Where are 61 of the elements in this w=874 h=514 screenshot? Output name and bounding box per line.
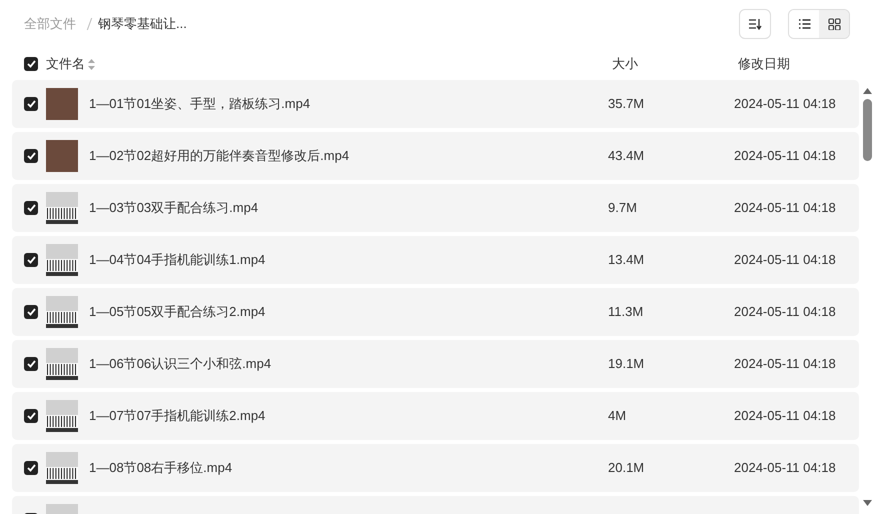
modified-date: 2024-05-11 04:18: [734, 407, 836, 426]
column-header[interactable]: 大小: [612, 54, 638, 74]
file-size: 35.7M: [608, 95, 644, 114]
file-row[interactable]: 1—03节03双手配合练习.mp4 9.7M 2024-05-11 04:18: [12, 184, 859, 232]
file-name[interactable]: 1—01节01坐姿、手型，踏板练习.mp4: [89, 94, 310, 114]
keyboard-thumbnail-drawing: [46, 296, 78, 328]
keyboard-thumbnail-drawing: [46, 348, 78, 380]
column-header[interactable]: 文件名: [46, 54, 85, 74]
scroll-up-icon[interactable]: [862, 88, 872, 94]
keyboard-thumbnail-drawing: [46, 244, 78, 276]
file-size: 43.4M: [608, 147, 644, 166]
file-row[interactable]: 1—07节07手指机能训练2.mp4 4M 2024-05-11 04:18: [12, 392, 859, 440]
file-row[interactable]: 1—06节06认识三个小和弦.mp4 19.1M 2024-05-11 04:18: [12, 340, 859, 388]
file-size: 20.1M: [608, 459, 644, 478]
file-name[interactable]: 1—06节06认识三个小和弦.mp4: [89, 354, 272, 374]
file-size: 4M: [608, 407, 626, 426]
column-header[interactable]: 修改日期: [738, 54, 790, 74]
file-name[interactable]: 1—04节04手指机能训练1.mp4: [89, 250, 266, 270]
file-row[interactable]: 1—01节01坐姿、手型，踏板练习.mp4 35.7M 2024-05-11 04:18: [12, 80, 859, 128]
file-size: 19.1M: [608, 355, 644, 374]
checkbox[interactable]: [24, 57, 38, 71]
modified-date: 2024-05-11 04:18: [734, 303, 836, 322]
file-row[interactable]: 1—02节02超好用的万能伴奏音型修改后.mp4 43.4M 2024-05-11 04:18: [12, 132, 859, 180]
checkbox[interactable]: [24, 461, 38, 475]
checkbox[interactable]: [24, 409, 38, 423]
file-row[interactable]: 1—04节04手指机能训练1.mp4 13.4M 2024-05-11 04:18: [12, 236, 859, 284]
keyboard-thumbnail-drawing: [46, 452, 78, 484]
list-icon: [798, 18, 810, 30]
modified-date: 2024-05-11 04:18: [734, 147, 836, 166]
file-size: 11.3M: [608, 303, 644, 322]
file-size: 13.4M: [608, 251, 644, 270]
checkbox[interactable]: [24, 253, 38, 267]
modified-date: 2024-05-11 04:18: [734, 199, 836, 218]
file-name[interactable]: 1—07节07手指机能训练2.mp4: [89, 406, 266, 426]
file-name[interactable]: 1—05节05双手配合练习2.mp4: [89, 302, 266, 322]
modified-date: 2024-05-11 04:18: [734, 251, 836, 270]
file-name[interactable]: 1—02节02超好用的万能伴奏音型修改后.mp4: [89, 146, 350, 166]
photo-placeholder: [46, 140, 78, 172]
keyboard-thumbnail-drawing: [46, 400, 78, 432]
checkbox[interactable]: [24, 97, 38, 111]
modified-date: 2024-05-11 04:18: [734, 95, 836, 114]
checkbox[interactable]: [24, 357, 38, 371]
checkbox[interactable]: [24, 305, 38, 319]
file-name[interactable]: 1—08节08右手移位.mp4: [89, 458, 232, 478]
sort-button[interactable]: [739, 9, 771, 39]
modified-date: 2024-05-11 04:18: [734, 459, 836, 478]
grid-icon: [828, 18, 840, 30]
grid-view-button[interactable]: [819, 10, 849, 38]
file-size: 9.7M: [608, 199, 637, 218]
scroll-down-icon[interactable]: [862, 500, 872, 506]
sort-icon: [748, 18, 762, 30]
checkbox[interactable]: [24, 201, 38, 215]
scrollbar-thumb[interactable]: [862, 99, 872, 161]
checkbox[interactable]: [24, 149, 38, 163]
file-row[interactable]: 1—08节08右手移位.mp4 20.1M 2024-05-11 04:18: [12, 444, 859, 492]
modified-date: 2024-05-11 04:18: [734, 355, 836, 374]
keyboard-thumbnail-drawing: [46, 192, 78, 224]
breadcrumb-link[interactable]: 钢琴零基础让...: [98, 14, 187, 34]
file-row[interactable]: 1—05节05双手配合练习2.mp4 11.3M 2024-05-11 04:18: [12, 288, 859, 336]
photo-placeholder: [46, 88, 78, 120]
file-name[interactable]: 1—03节03双手配合练习.mp4: [89, 198, 258, 218]
